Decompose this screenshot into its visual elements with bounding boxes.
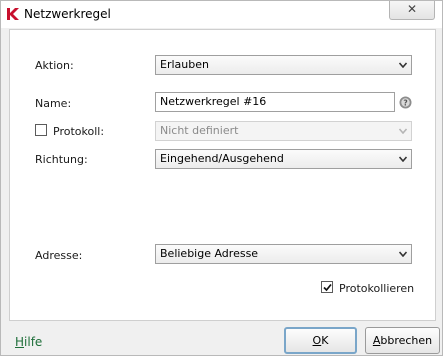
name-input[interactable]: Netzwerkregel #16 xyxy=(155,92,395,112)
svg-text:?: ? xyxy=(403,98,407,107)
ok-mnemonic: O xyxy=(312,334,322,347)
address-label: Adresse: xyxy=(35,249,83,262)
protocol-label: Protokoll: xyxy=(53,125,105,138)
name-label: Name: xyxy=(35,97,72,110)
action-select[interactable]: Erlauben xyxy=(155,55,412,75)
direction-value: Eingehend/Ausgehend xyxy=(160,152,284,165)
action-label: Aktion: xyxy=(35,59,74,72)
cancel-rest: bbrechen xyxy=(380,334,433,347)
name-value: Netzwerkregel #16 xyxy=(160,95,267,108)
protocol-select[interactable]: Nicht definiert xyxy=(155,121,412,141)
window-title: Netzwerkregel xyxy=(24,7,111,21)
close-button[interactable]: ✕ xyxy=(389,1,435,20)
logging-checkbox[interactable] xyxy=(321,281,333,293)
title-bar: Netzwerkregel ✕ xyxy=(1,1,442,28)
help-link[interactable]: Hilfe xyxy=(15,335,42,349)
ok-button[interactable]: OK xyxy=(284,327,357,354)
kaspersky-logo-icon xyxy=(6,7,20,21)
direction-label: Richtung: xyxy=(35,153,88,166)
chevron-down-icon xyxy=(399,251,407,257)
protocol-value: Nicht definiert xyxy=(160,124,239,137)
network-rule-dialog: Netzwerkregel ✕ Aktion: Erlauben Name: N… xyxy=(0,0,443,356)
action-value: Erlauben xyxy=(160,58,209,71)
cancel-button[interactable]: Abbrechen xyxy=(365,327,440,354)
protocol-checkbox[interactable] xyxy=(35,124,47,136)
chevron-down-icon xyxy=(399,128,407,134)
chevron-down-icon xyxy=(399,156,407,162)
address-value: Beliebige Adresse xyxy=(160,247,259,260)
direction-select[interactable]: Eingehend/Ausgehend xyxy=(155,149,412,169)
help-icon[interactable]: ? xyxy=(399,96,412,109)
ok-rest: K xyxy=(321,334,329,347)
logging-label: Protokollieren xyxy=(339,282,415,295)
help-link-mnemonic: H xyxy=(15,335,25,349)
chevron-down-icon xyxy=(399,62,407,68)
help-link-rest: ilfe xyxy=(24,335,43,349)
checkmark-icon xyxy=(323,283,332,292)
address-select[interactable]: Beliebige Adresse xyxy=(155,244,412,264)
